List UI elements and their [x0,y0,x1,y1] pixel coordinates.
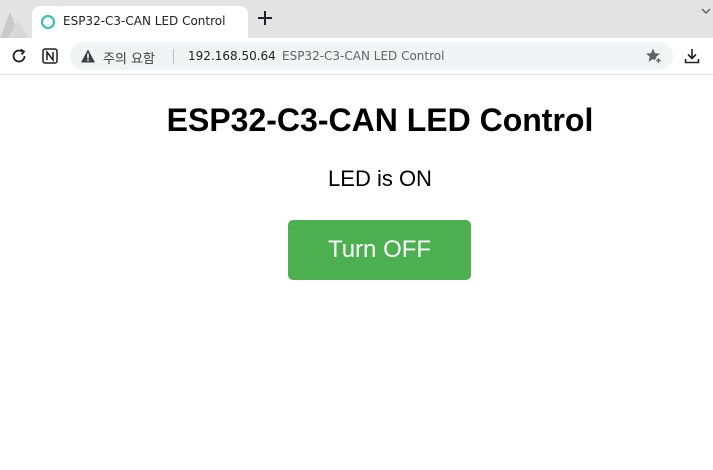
led-status-text: LED is ON [328,166,432,191]
download-icon[interactable] [683,47,701,65]
tab-strip: ESP32-C3-CAN LED Control [0,0,713,38]
chevron-down-icon[interactable] [700,7,712,17]
url-host[interactable]: 192.168.50.64 [188,49,276,63]
active-tab[interactable]: ESP32-C3-CAN LED Control [32,6,248,38]
security-label[interactable]: 주의 요함 [103,48,155,67]
browser-toolbar: 주의 요함 192.168.50.64 ESP32-C3-CAN LED Con… [0,38,713,75]
plus-icon[interactable] [256,9,274,27]
url-page-title[interactable]: ESP32-C3-CAN LED Control [282,49,444,63]
bookmark-star-icon[interactable] [645,47,663,65]
profile-corner-icon [0,12,28,38]
tab-title: ESP32-C3-CAN LED Control [63,14,226,28]
address-separator [173,49,174,64]
page-title: ESP32-C3-CAN LED Control [166,102,594,138]
page-content: ESP32-C3-CAN LED Control LED is ON Turn … [0,76,713,470]
extension-n-icon[interactable] [41,47,59,65]
tab-favicon-icon [41,15,55,29]
reload-icon[interactable] [10,47,28,65]
warning-icon[interactable] [80,48,96,64]
address-bar[interactable]: 주의 요함 192.168.50.64 ESP32-C3-CAN LED Con… [70,42,673,70]
turn-off-button[interactable]: Turn OFF [288,220,471,280]
